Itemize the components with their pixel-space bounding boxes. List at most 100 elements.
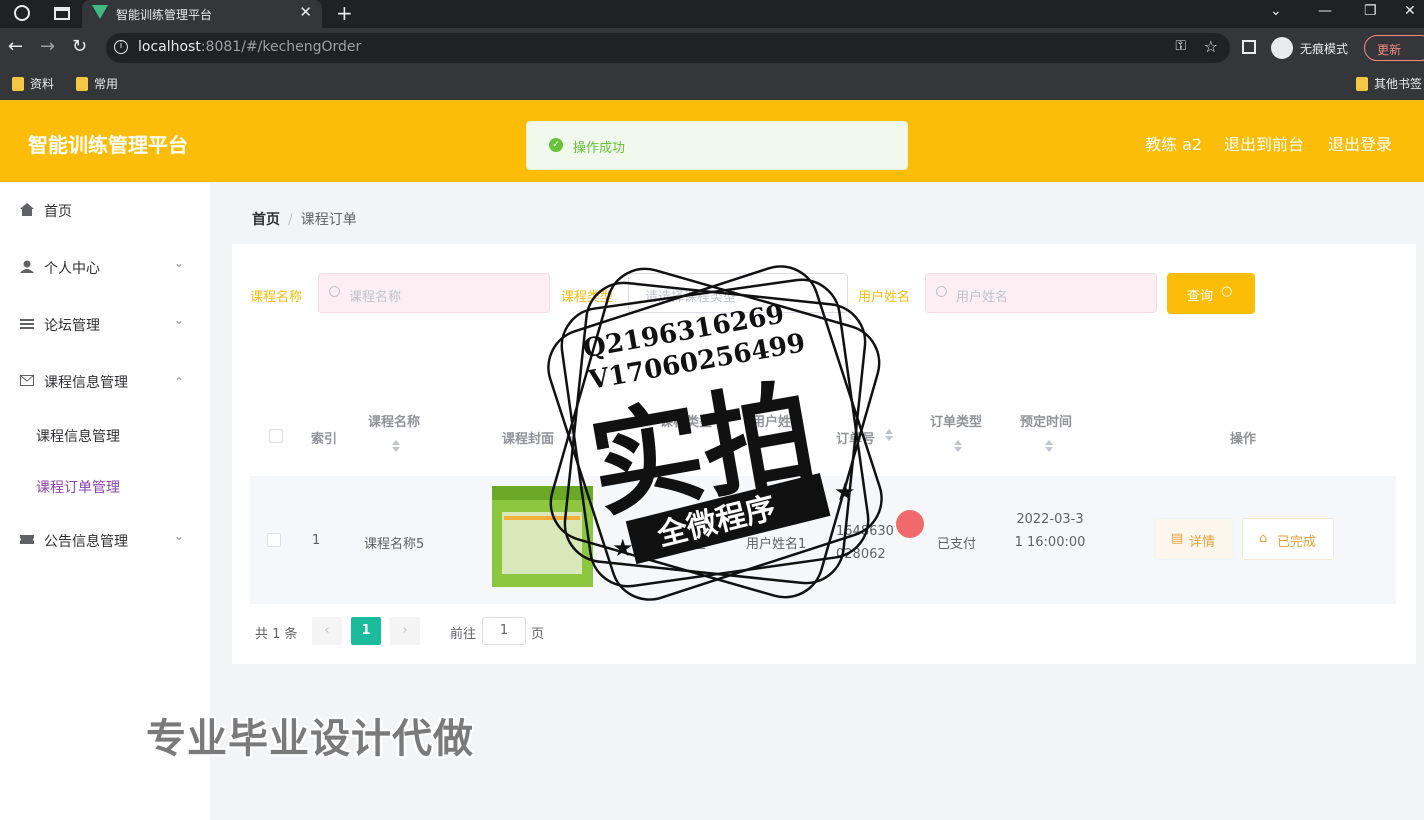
cell-order-no: 1648630028062 bbox=[836, 524, 894, 562]
completed-button-label: 已完成 bbox=[1277, 535, 1317, 550]
cell-course-type: 课程类型 bbox=[654, 537, 707, 552]
sort-asc-icon[interactable] bbox=[1045, 440, 1053, 445]
query-button-label: 查询 bbox=[1187, 289, 1214, 304]
th-course-name[interactable]: 课程名称 bbox=[368, 411, 420, 430]
pagination-total: 共 1 条 bbox=[255, 627, 298, 642]
incognito-icon[interactable] bbox=[1271, 37, 1293, 59]
key-icon[interactable]: ⚿ bbox=[1175, 38, 1186, 54]
sidebar-item-personal[interactable]: 个人中心 ⌄ bbox=[0, 239, 210, 295]
cell-course-name: 课程名称5 bbox=[364, 537, 425, 552]
incognito-label[interactable]: 无痕模式 bbox=[1300, 40, 1348, 57]
row-checkbox[interactable] bbox=[267, 533, 281, 547]
th-cover[interactable]: 课程封面 bbox=[502, 428, 554, 447]
th-order-type[interactable]: 订单类型 bbox=[930, 411, 982, 430]
sort-asc-icon[interactable] bbox=[885, 429, 893, 434]
sidebar-item-forum[interactable]: 论坛管理 ⌄ bbox=[0, 296, 210, 352]
chevron-down-icon: ⌄ bbox=[173, 256, 184, 270]
th-user[interactable]: 用户姓名 bbox=[752, 411, 804, 430]
sort-desc-icon[interactable] bbox=[566, 436, 574, 441]
sort-asc-icon[interactable] bbox=[954, 440, 962, 445]
minimize-icon[interactable]: — bbox=[1318, 3, 1332, 19]
page-number-current[interactable]: 1 bbox=[351, 617, 381, 645]
update-button[interactable]: 更新 bbox=[1364, 35, 1424, 61]
user-name-placeholder: 用户姓名 bbox=[956, 290, 1009, 305]
detail-button[interactable]: ▤ 详情 bbox=[1154, 518, 1234, 560]
browser-tab-bar: 智能训练管理平台 ✕ + ⌄ — ❐ ✕ bbox=[0, 0, 1424, 28]
sidebar-subitem-course-order[interactable]: 课程订单管理 bbox=[0, 461, 210, 511]
tab-title: 智能训练管理平台 bbox=[116, 8, 213, 22]
check-circle-icon: ✓ bbox=[549, 138, 563, 152]
cell-user: 用户姓名1 bbox=[746, 537, 807, 552]
bookmark-item[interactable]: 常用 bbox=[76, 75, 118, 92]
current-user: 教练 a2 bbox=[1145, 135, 1203, 154]
breadcrumb-home[interactable]: 首页 bbox=[252, 212, 280, 228]
sidebar-item-label: 公告信息管理 bbox=[44, 534, 128, 550]
sidebar-item-course-info[interactable]: 课程信息管理 ⌃ bbox=[0, 353, 210, 409]
vue-logo-icon bbox=[92, 5, 108, 19]
course-name-input[interactable]: 课程名称 bbox=[318, 273, 550, 313]
sort-desc-icon[interactable] bbox=[392, 447, 400, 452]
cell-index: 1 bbox=[312, 533, 321, 548]
sidebar-subitem-label: 课程信息管理 bbox=[36, 429, 120, 445]
star-icon[interactable]: ☆ bbox=[1204, 37, 1218, 56]
sort-asc-icon[interactable] bbox=[392, 440, 400, 445]
bookmark-item[interactable]: 资料 bbox=[12, 75, 54, 92]
globe-icon[interactable] bbox=[14, 5, 30, 21]
url-path: :8081/#/kechengOrder bbox=[200, 39, 362, 55]
sort-asc-icon[interactable] bbox=[566, 429, 574, 434]
course-cover-image bbox=[492, 486, 593, 587]
sidebar-item-label: 首页 bbox=[44, 204, 72, 220]
breadcrumb: 首页 / 课程订单 bbox=[252, 209, 357, 229]
user-name-input[interactable]: 用户姓名 bbox=[925, 273, 1157, 313]
ticket-icon bbox=[20, 535, 34, 544]
toast-message: 操作成功 bbox=[573, 141, 626, 156]
url-input[interactable]: i localhost:8081/#/kechengOrder ⚿ ☆ bbox=[106, 33, 1230, 63]
sort-desc-icon[interactable] bbox=[1045, 447, 1053, 452]
chevron-down-icon[interactable]: ⌄ bbox=[1270, 3, 1282, 19]
success-toast: ✓ 操作成功 bbox=[526, 121, 908, 170]
back-icon[interactable]: ← bbox=[8, 36, 23, 57]
sidebar-item-notice[interactable]: 公告信息管理 ⌄ bbox=[0, 512, 210, 568]
bookmarks-bar: 资料 常用 其他书签 bbox=[0, 68, 1424, 100]
info-icon[interactable]: i bbox=[114, 40, 128, 54]
new-tab-icon[interactable]: + bbox=[336, 1, 353, 25]
watermark-caption: 专业毕业设计代做 bbox=[146, 716, 474, 762]
browser-tab[interactable]: 智能训练管理平台 ✕ bbox=[82, 0, 322, 28]
window-icon[interactable] bbox=[54, 7, 70, 20]
cursor-highlight bbox=[896, 510, 924, 538]
reload-icon[interactable]: ↻ bbox=[72, 36, 87, 57]
query-button[interactable]: 查询 ○ bbox=[1167, 273, 1255, 314]
next-page-button[interactable]: › bbox=[390, 617, 420, 645]
restore-icon[interactable]: ❐ bbox=[1364, 3, 1377, 19]
course-type-select[interactable]: 请选择课程类型 bbox=[628, 273, 848, 313]
exit-to-front-link[interactable]: 退出到前台 bbox=[1224, 131, 1304, 155]
sidebar-subitem-course-info[interactable]: 课程信息管理 bbox=[0, 410, 210, 460]
close-tab-icon[interactable]: ✕ bbox=[299, 3, 312, 21]
search-icon bbox=[329, 286, 340, 297]
sidebar-item-home[interactable]: 首页 bbox=[0, 182, 210, 238]
cell-book-time: 2022-03-31 16:00:00 bbox=[1014, 512, 1086, 550]
detail-button-label: 详情 bbox=[1189, 535, 1216, 550]
select-all-checkbox[interactable] bbox=[269, 429, 283, 443]
close-window-icon[interactable]: ✕ bbox=[1404, 3, 1416, 19]
breadcrumb-current: 课程订单 bbox=[300, 212, 357, 228]
th-course-type[interactable]: 课程类型 bbox=[660, 411, 712, 430]
search-icon: ○ bbox=[1221, 284, 1233, 299]
page-jump-input[interactable]: 1 bbox=[482, 617, 526, 645]
sort-desc-icon[interactable] bbox=[954, 447, 962, 452]
logout-link[interactable]: 退出登录 bbox=[1328, 131, 1392, 155]
sort-desc-icon[interactable] bbox=[885, 436, 893, 441]
forward-icon[interactable]: → bbox=[40, 36, 55, 57]
th-actions: 操作 bbox=[1230, 432, 1257, 447]
completed-button[interactable]: ⌂ 已完成 bbox=[1242, 518, 1334, 560]
course-name-placeholder: 课程名称 bbox=[349, 290, 402, 305]
folder-icon bbox=[12, 76, 24, 91]
th-book-time[interactable]: 预定时间 bbox=[1020, 411, 1072, 430]
th-order-no[interactable]: 订单号 bbox=[836, 428, 875, 447]
other-bookmarks[interactable]: 其他书签 bbox=[1356, 75, 1422, 92]
prev-page-button[interactable]: ‹ bbox=[312, 617, 342, 645]
side-panel-icon[interactable] bbox=[1242, 40, 1256, 54]
sidebar-item-label: 论坛管理 bbox=[44, 318, 100, 334]
user-name-label: 用户姓名 bbox=[858, 290, 911, 305]
course-type-label: 课程类型 bbox=[561, 290, 614, 305]
